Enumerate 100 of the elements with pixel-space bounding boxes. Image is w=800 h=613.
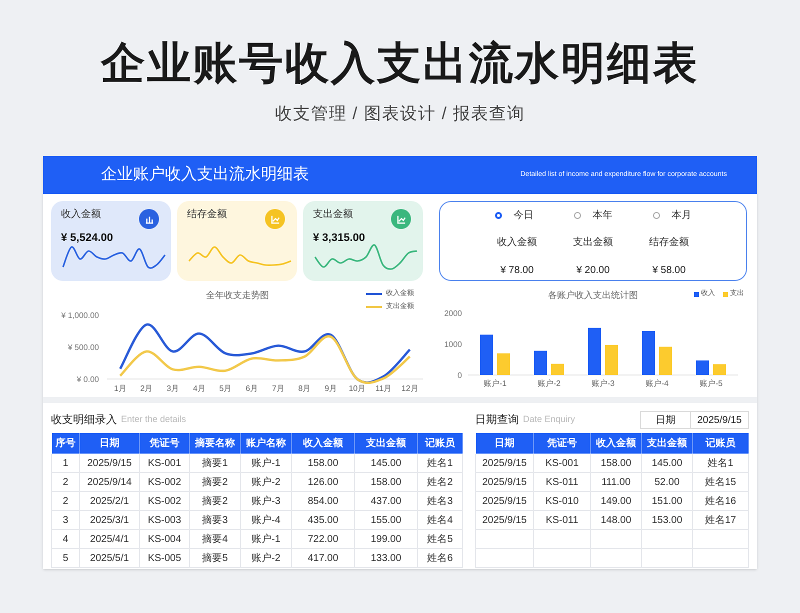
period-radio[interactable]: 本月 (652, 208, 692, 223)
section-title: 收支明细录入 (51, 412, 117, 428)
table-cell: 姓名1 (418, 454, 462, 472)
table-cell: 摘要3 (190, 510, 240, 530)
column-header: 凭证号 (534, 432, 590, 454)
column-header: 凭证号 (140, 432, 190, 454)
table-cell: KS-002 (140, 472, 190, 492)
stat-label: 结存金额 (649, 236, 689, 250)
stat-value: ¥ 58.00 (652, 264, 686, 278)
table-cell: KS-001 (534, 454, 590, 472)
table-cell: 417.00 (292, 548, 354, 568)
table-cell: 145.00 (354, 454, 418, 472)
chart-title: 各账户收入支出统计图 (548, 289, 638, 301)
y-tick-label: 1000 (444, 340, 462, 349)
table-cell: KS-011 (534, 510, 590, 530)
table-cell: 126.00 (292, 472, 354, 492)
column-header: 支出金额 (642, 432, 692, 454)
table-cell: 2 (52, 472, 80, 492)
x-tick-label: 账户-5 (699, 379, 723, 388)
x-tick-label: 4月 (192, 384, 206, 393)
bar (696, 360, 709, 375)
table-cell: 摘要5 (190, 548, 240, 568)
table-cell: 摘要1 (190, 454, 240, 472)
date-filter[interactable]: 日期 2025/9/15 (640, 411, 749, 429)
table-cell: 2025/9/15 (476, 454, 534, 472)
bar (551, 364, 564, 375)
table-cell: 148.00 (590, 510, 642, 530)
table-cell: 账户-2 (240, 548, 292, 568)
bar (642, 330, 655, 375)
column-header: 日期 (476, 432, 534, 454)
stat-label: 收入金额 (497, 236, 537, 250)
table-cell: 姓名5 (418, 530, 462, 548)
x-tick-label: 3月 (166, 384, 180, 393)
table-cell: 52.00 (642, 472, 692, 492)
page-title: 企业账号收入支出流水明细表 (101, 38, 699, 90)
stat-label: 支出金额 (573, 236, 613, 250)
period-radio[interactable]: 本年 (574, 208, 612, 223)
y-tick-label: 2000 (444, 309, 462, 318)
stat-value: ¥ 20.00 (576, 264, 610, 278)
table-cell: 摘要2 (190, 472, 240, 492)
period-radio[interactable]: 今日 (494, 208, 534, 223)
section-hint: Enter the details (121, 413, 186, 426)
table-cell: 722.00 (292, 530, 354, 548)
bar-chart-icon (144, 214, 154, 224)
table-cell: 151.00 (642, 492, 692, 510)
date-label: 日期 (641, 412, 691, 428)
column-header: 收入金额 (292, 432, 354, 454)
table-cell: 姓名6 (418, 548, 462, 568)
table-cell: 854.00 (292, 492, 354, 510)
bar (605, 344, 618, 375)
x-tick-label: 1月 (114, 384, 126, 393)
bar (497, 353, 510, 375)
table-cell: 5 (52, 548, 80, 568)
table-cell: 姓名4 (418, 510, 462, 530)
line-chart-icon (270, 214, 280, 224)
page-subtitle: 收支管理 / 图表设计 / 报表查询 (274, 103, 526, 125)
column-header: 收入金额 (590, 432, 642, 454)
table-cell: 111.00 (590, 472, 642, 492)
table-cell: 199.00 (354, 530, 418, 548)
table-cell: KS-004 (140, 530, 190, 548)
bar (588, 328, 601, 375)
kpi-label: 收入金额 (61, 208, 101, 222)
table-cell: 435.00 (292, 510, 354, 530)
x-tick-label: 账户-3 (591, 379, 615, 388)
table-cell: 2025/3/1 (80, 510, 140, 530)
x-tick-label: 12月 (401, 384, 418, 393)
date-value: 2025/9/15 (696, 414, 743, 428)
column-header: 记账员 (418, 432, 462, 454)
x-tick-label: 8月 (298, 384, 311, 393)
bar (534, 350, 547, 375)
column-header: 日期 (80, 432, 140, 454)
table-cell: 2025/4/1 (80, 530, 140, 548)
table-cell: 158.00 (590, 454, 642, 472)
table-cell: 153.00 (642, 510, 692, 530)
kpi-value: ¥ 3,315.00 (313, 231, 366, 246)
kpi-label: 支出金额 (313, 208, 353, 222)
x-tick-label: 9月 (324, 384, 338, 393)
table-cell: 158.00 (354, 472, 418, 492)
x-tick-label: 账户-2 (537, 379, 561, 388)
stat-value: ¥ 78.00 (500, 264, 534, 278)
line-chart-icon (396, 214, 406, 224)
column-header: 记账员 (692, 432, 748, 454)
table-cell: 2025/5/1 (80, 548, 140, 568)
column-header: 序号 (52, 432, 80, 454)
table-cell: 姓名17 (692, 510, 748, 530)
y-tick-label: ¥ 1,000.00 (61, 311, 99, 320)
column-header: 账户名称 (240, 432, 292, 454)
table-cell: 3 (52, 510, 80, 530)
table-cell: KS-003 (140, 510, 190, 530)
x-tick-label: 10月 (348, 384, 366, 393)
table-cell: 账户-1 (240, 530, 292, 548)
table-cell: KS-010 (534, 492, 590, 510)
x-tick-label: 2月 (140, 384, 153, 393)
table-cell: 2025/9/15 (476, 510, 534, 530)
table-cell: 姓名15 (692, 472, 748, 492)
table-cell: 2025/9/15 (476, 492, 534, 510)
x-tick-label: 账户-4 (645, 379, 669, 388)
table-cell: 155.00 (354, 510, 418, 530)
table-cell: 账户-4 (240, 510, 292, 530)
table-cell: 姓名2 (418, 472, 462, 492)
